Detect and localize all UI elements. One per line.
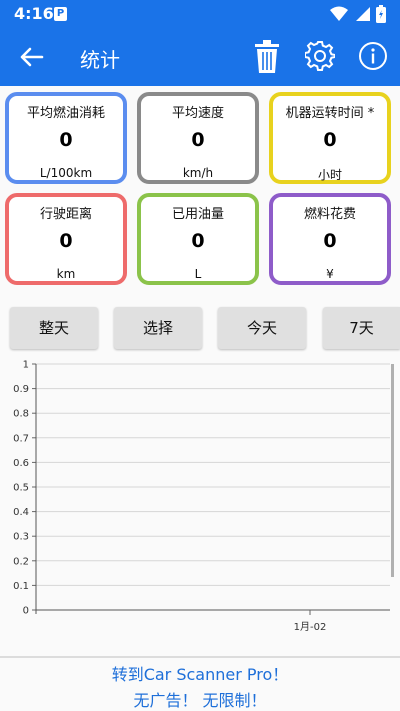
card-unit: km	[56, 267, 76, 281]
range-whole-day-button[interactable]: 整天	[10, 307, 98, 349]
range-7-days-button[interactable]: 7天	[323, 307, 400, 349]
promo-banner[interactable]: 转到Car Scanner Pro！ 无广告！ 无限制！	[0, 656, 400, 711]
range-select-button[interactable]: 选择	[114, 307, 202, 349]
y-tick-label: 0.3	[13, 532, 29, 543]
card-unit: 小时	[317, 168, 342, 182]
card-label: 燃料花费	[303, 207, 356, 222]
content-area: 平均燃油消耗 0 L/100km 平均速度 0 km/h 机器运转时间 * 0 …	[0, 86, 400, 711]
card-value: 0	[323, 230, 337, 252]
y-tick-label: 0.2	[13, 556, 29, 567]
app-bar: 统计	[0, 28, 400, 86]
card-unit: km/h	[182, 166, 214, 180]
card-engine-hours[interactable]: 机器运转时间 * 0 小时	[269, 92, 391, 184]
wifi-icon	[330, 6, 348, 21]
y-tick-label: 1	[23, 360, 29, 371]
card-value: 0	[59, 230, 73, 252]
page-title: 统计	[80, 48, 120, 72]
card-value: 0	[59, 129, 73, 151]
x-tick-label: 1月-02	[294, 621, 327, 633]
back-arrow-icon[interactable]	[16, 42, 46, 72]
card-label: 平均速度	[171, 106, 224, 121]
status-time: 4:16	[14, 4, 54, 23]
y-tick-label: 0.1	[13, 581, 29, 592]
status-bar: 4:16 P	[0, 0, 400, 28]
card-avg-speed[interactable]: 平均速度 0 km/h	[137, 92, 259, 184]
card-label: 平均燃油消耗	[26, 106, 105, 121]
card-avg-fuel-consumption[interactable]: 平均燃油消耗 0 L/100km	[5, 92, 127, 184]
card-label: 已用油量	[171, 207, 224, 222]
card-fuel-cost[interactable]: 燃料花费 0 ¥	[269, 193, 391, 285]
card-value: 0	[191, 129, 205, 151]
status-icons	[330, 5, 386, 23]
card-unit: ¥	[326, 267, 334, 281]
statistics-chart: 1 0.9 0.8 0.7 0.6 0.5 0.4 0.3 0.2 0.1 0 1月-02	[13, 360, 394, 633]
promo-line-2: 无广告！ 无限制！	[133, 691, 267, 710]
y-tick-label: 0.8	[13, 409, 29, 420]
gear-icon[interactable]	[305, 41, 335, 71]
card-value: 0	[323, 129, 337, 151]
y-tick-label: 0.7	[13, 433, 29, 444]
range-today-button[interactable]: 今天	[218, 307, 306, 349]
y-tick-label: 0.9	[13, 384, 29, 395]
card-fuel-used[interactable]: 已用油量 0 L	[137, 193, 259, 285]
card-unit: L	[194, 267, 202, 281]
card-distance[interactable]: 行驶距离 0 km	[5, 193, 127, 285]
promo-line-1: 转到Car Scanner Pro！	[111, 665, 289, 684]
y-tick-label: 0.5	[13, 483, 29, 494]
chart-scrollbar	[391, 364, 394, 577]
info-icon[interactable]	[358, 41, 388, 71]
parking-notification-icon: P	[54, 7, 67, 21]
signal-icon	[356, 7, 370, 21]
card-unit: L/100km	[39, 166, 93, 180]
battery-icon	[376, 5, 386, 23]
y-tick-label: 0	[23, 606, 29, 617]
card-label: 机器运转时间 *	[285, 106, 375, 121]
card-label: 行驶距离	[39, 207, 92, 222]
y-tick-label: 0.6	[13, 458, 29, 469]
y-tick-label: 0.4	[13, 507, 29, 518]
trash-icon[interactable]	[254, 40, 280, 74]
card-value: 0	[191, 230, 205, 252]
